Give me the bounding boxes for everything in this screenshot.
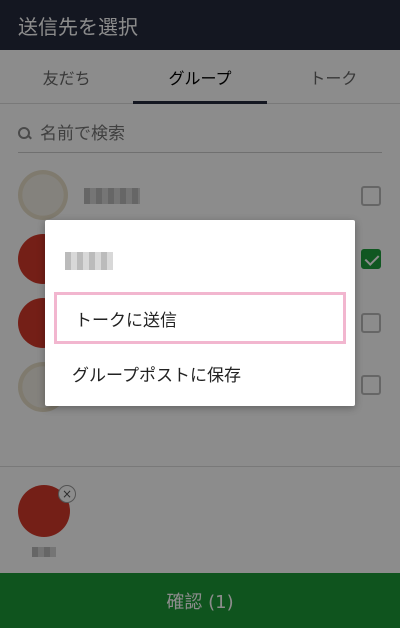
option-label: グループポストに保存 xyxy=(72,365,241,386)
option-label: トークに送信 xyxy=(75,310,177,331)
send-to-talk-option[interactable]: トークに送信 xyxy=(54,292,346,344)
share-dialog: トークに送信 グループポストに保存 xyxy=(45,220,355,406)
save-to-group-post-option[interactable]: グループポストに保存 xyxy=(54,347,346,399)
dialog-title-redacted xyxy=(65,252,113,270)
